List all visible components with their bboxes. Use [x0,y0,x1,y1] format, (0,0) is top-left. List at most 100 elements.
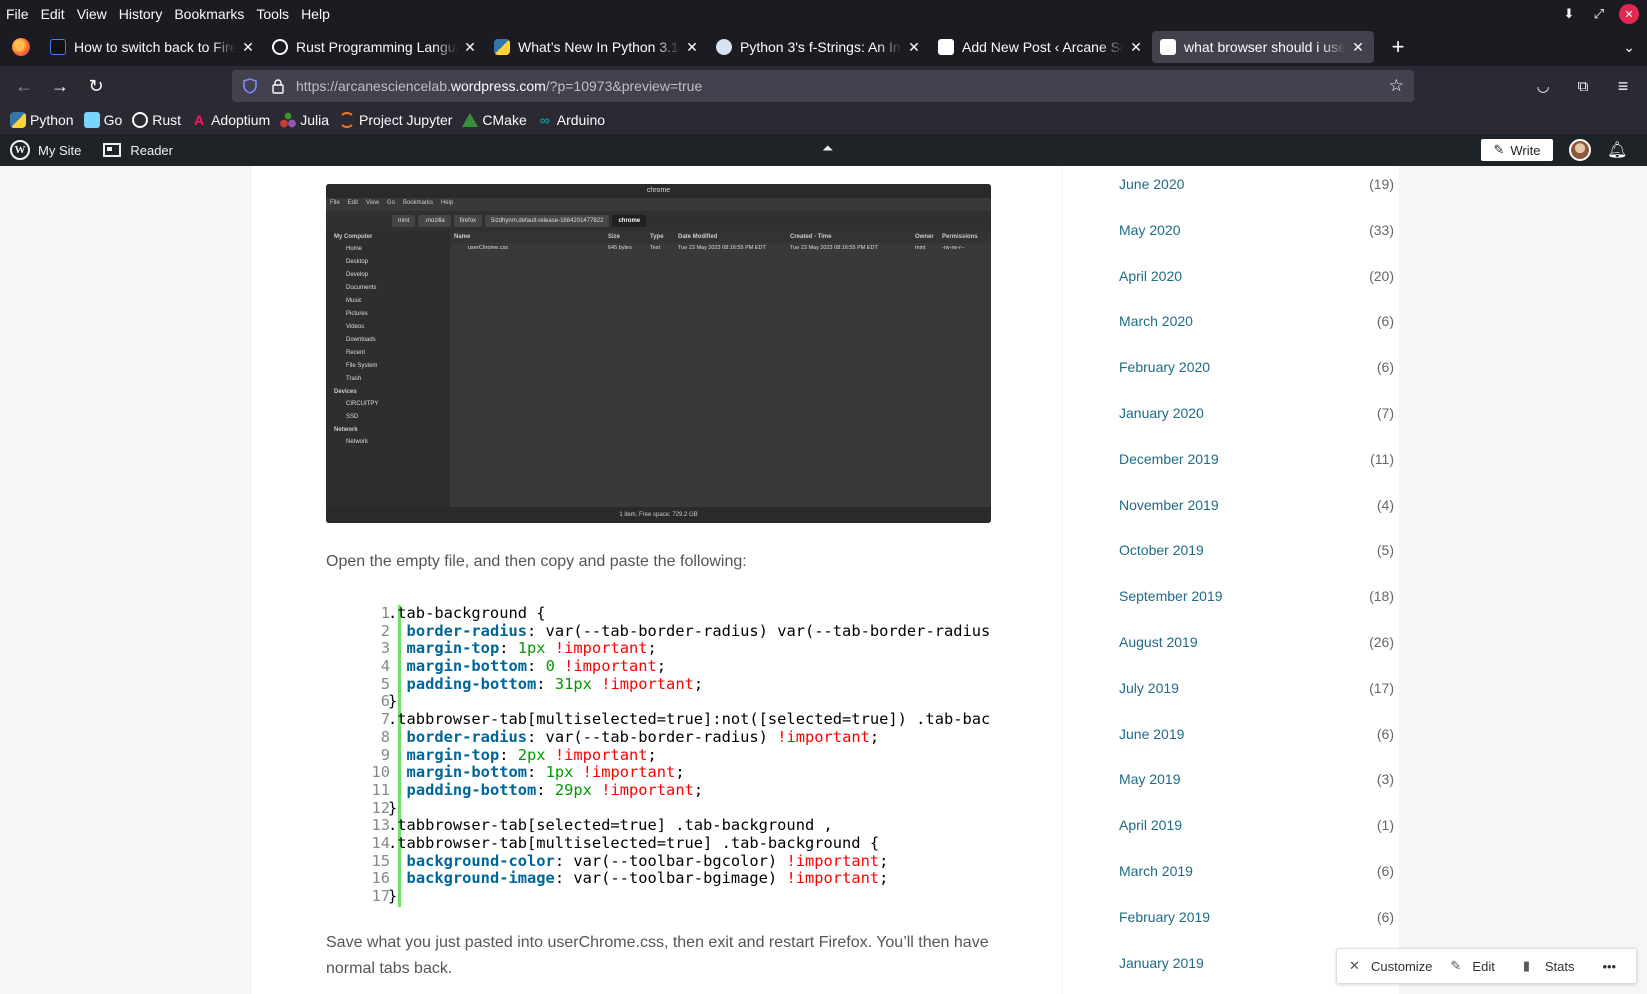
menu-edit[interactable]: Edit [35,0,71,28]
code-token: !important [582,763,676,782]
close-window-icon[interactable]: ✕ [1619,4,1639,24]
python-icon [10,112,26,128]
archive-item[interactable]: May 2020 (33) [1119,222,1394,242]
archive-item[interactable]: March 2019 (6) [1119,863,1394,883]
archive-month-link[interactable]: July 2019 [1119,680,1179,696]
archive-month-link[interactable]: March 2019 [1119,863,1193,879]
menu-file[interactable]: File [0,0,35,28]
bookmark-julia[interactable]: Julia [280,112,329,128]
tab-python312[interactable]: What’s New In Python 3.12 ✕ [486,31,708,63]
download-icon[interactable]: ⬇ [1559,4,1579,24]
write-button[interactable]: ✎ Write [1481,139,1553,161]
stats-button[interactable]: ▮ Stats [1523,958,1575,974]
chevron-down-icon[interactable]: ⌄ [1623,39,1635,56]
edit-label: Edit [1472,958,1495,974]
archive-item[interactable]: December 2019 (11) [1119,451,1394,471]
reader-link[interactable]: Reader [103,143,173,158]
bookmark-arduino[interactable]: ∞ Arduino [537,112,605,128]
tab-rust[interactable]: Rust Programming Language ✕ [264,31,486,63]
archive-item[interactable]: November 2019 (4) [1119,497,1394,517]
more-actions-button[interactable]: ••• [1602,959,1616,974]
menu-bookmarks[interactable]: Bookmarks [168,0,250,28]
extensions-icon[interactable]: ⧉ [1567,70,1599,102]
menu-history[interactable]: History [113,0,169,28]
code-line: .tabbrowser-tab[multiselected=true] .tab… [388,834,992,853]
archive-item[interactable]: February 2020 (6) [1119,359,1394,379]
tab-browser-preview[interactable]: what browser should i use on ✕ [1152,31,1374,63]
archive-month-link[interactable]: January 2020 [1119,405,1204,421]
close-tab-icon[interactable]: ✕ [462,39,478,56]
forward-icon[interactable]: → [42,70,78,102]
back-icon[interactable]: ← [6,70,42,102]
bookmark-jupyter[interactable]: Project Jupyter [339,112,452,128]
new-tab-icon[interactable]: + [1380,34,1416,60]
close-tab-icon[interactable]: ✕ [906,39,922,56]
my-site-link[interactable]: W My Site [10,140,81,160]
menu-help[interactable]: Help [295,0,336,28]
bookmark-cmake[interactable]: CMake [462,112,527,128]
bookmark-star-icon[interactable]: ☆ [1389,76,1404,96]
hamburger-menu-icon[interactable]: ≡ [1607,70,1639,102]
bookmark-label: Python [30,112,74,128]
scroll-top-icon[interactable]: ⏶ [822,140,833,157]
bookmark-adoptium[interactable]: A Adoptium [191,112,270,128]
archive-item[interactable]: March 2020 (6) [1119,313,1394,333]
archive-item[interactable]: February 2019 (6) [1119,909,1394,929]
archive-month-link[interactable]: December 2019 [1119,451,1219,467]
archive-item[interactable]: July 2019 (17) [1119,680,1394,700]
archive-month-link[interactable]: April 2019 [1119,817,1182,833]
tab-firefox-switch[interactable]: How to switch back to Firefox ✕ [42,31,264,63]
line-number: 4 [380,657,390,676]
archive-item[interactable]: June 2019 (6) [1119,726,1394,746]
archive-month-link[interactable]: September 2019 [1119,588,1223,604]
firefox-view-button[interactable] [0,28,42,66]
tab-title: What’s New In Python 3.12 [518,39,680,55]
bookmark-go[interactable]: Go [83,112,122,128]
archive-month-link[interactable]: May 2020 [1119,222,1180,238]
archive-item[interactable]: October 2019 (5) [1119,542,1394,562]
archive-month-link[interactable]: November 2019 [1119,497,1219,513]
avatar[interactable] [1569,139,1591,161]
menu-view[interactable]: View [71,0,113,28]
archive-month-link[interactable]: June 2019 [1119,726,1184,742]
archive-month-link[interactable]: June 2020 [1119,176,1184,192]
lock-icon[interactable] [270,78,286,94]
customize-button[interactable]: ✕ Customize [1349,958,1432,974]
reload-icon[interactable]: ↻ [78,70,114,102]
close-tab-icon[interactable]: ✕ [240,39,256,56]
pocket-icon[interactable]: ◡ [1527,70,1559,102]
shield-icon[interactable] [242,78,258,94]
archive-month-link[interactable]: August 2019 [1119,634,1198,650]
archive-item[interactable]: May 2019 (3) [1119,771,1394,791]
archive-month-link[interactable]: January 2019 [1119,955,1204,971]
close-tab-icon[interactable]: ✕ [1350,39,1366,56]
archive-month-link[interactable]: October 2019 [1119,542,1204,558]
close-tab-icon[interactable]: ✕ [1128,39,1144,56]
archive-item[interactable]: April 2020 (20) [1119,268,1394,288]
bookmark-rust[interactable]: Rust [132,112,181,128]
archive-item[interactable]: September 2019 (18) [1119,588,1394,608]
archive-month-link[interactable]: February 2020 [1119,359,1210,375]
archive-month-link[interactable]: February 2019 [1119,909,1210,925]
bookmark-python[interactable]: Python [10,112,74,128]
archive-item[interactable]: June 2020 (19) [1119,176,1394,196]
menu-tools[interactable]: Tools [250,0,295,28]
restore-icon[interactable]: ⤢ [1589,4,1609,24]
url-bar[interactable]: https://arcanesciencelab.wordpress.com/?… [232,70,1414,102]
archive-item[interactable]: August 2019 (26) [1119,634,1394,654]
code-line: } [388,693,992,711]
tab-add-new-post[interactable]: Add New Post ‹ Arcane Science ✕ [930,31,1152,63]
archive-month-link[interactable]: March 2020 [1119,313,1193,329]
archive-count: (19) [1369,176,1394,192]
close-tab-icon[interactable]: ✕ [684,39,700,56]
archive-item[interactable]: January 2020 (7) [1119,405,1394,425]
archive-month-link[interactable]: April 2020 [1119,268,1182,284]
code-token: : var(--toolbar-bgimage) [554,869,787,888]
tab-fstrings[interactable]: Python 3's f-Strings: An Improved ✕ [708,31,930,63]
edit-button[interactable]: ✎ Edit [1450,958,1494,974]
archive-month-link[interactable]: May 2019 [1119,771,1180,787]
archive-item[interactable]: April 2019 (1) [1119,817,1394,837]
notifications-bell-icon[interactable]: 🔔︎ [1607,140,1627,160]
julia-icon [280,112,297,128]
